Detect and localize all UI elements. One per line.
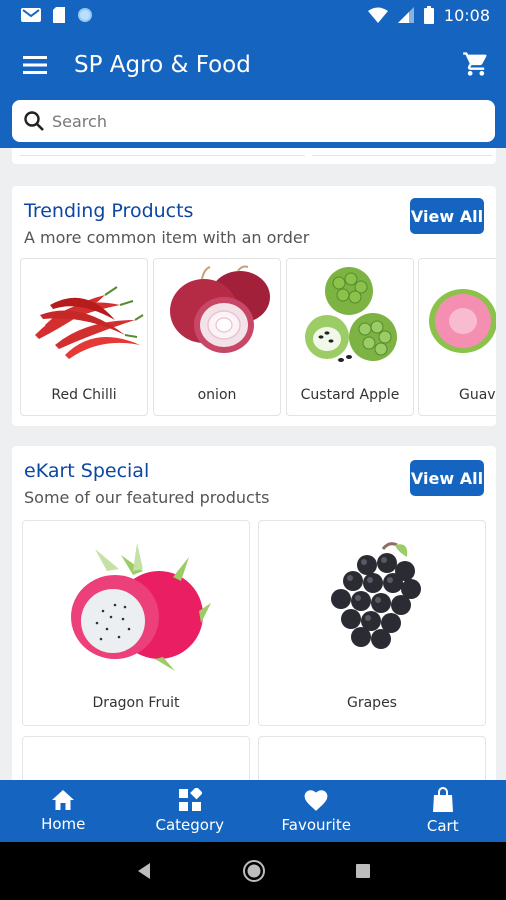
- product-image: [299, 769, 447, 780]
- search-icon: [24, 111, 44, 131]
- product-card[interactable]: Guav: [418, 258, 496, 416]
- recents-icon[interactable]: [355, 863, 371, 879]
- system-navigation-bar: [0, 842, 506, 900]
- gmail-icon: [21, 8, 41, 22]
- ekart-special-section: eKart Special Some of our featured produ…: [12, 446, 496, 780]
- trending-carousel[interactable]: Red Chilli onion Custard Apple Guav: [12, 186, 496, 426]
- category-icon: [178, 788, 202, 811]
- red-chilli-image: [35, 286, 144, 359]
- nav-favourite[interactable]: Favourite: [253, 780, 380, 842]
- heart-icon: [304, 790, 328, 811]
- search-bar[interactable]: [12, 100, 495, 142]
- cart-icon: [463, 52, 487, 76]
- product-name: Grapes: [347, 695, 397, 711]
- status-bar: 10:08: [0, 0, 506, 30]
- nav-cart[interactable]: Cart: [380, 780, 506, 842]
- product-name: onion: [197, 387, 237, 403]
- product-card[interactable]: Dragon Fruit: [22, 520, 250, 726]
- search-input[interactable]: [52, 111, 472, 131]
- nav-category[interactable]: Category: [127, 780, 254, 842]
- product-name: Guav: [459, 387, 496, 403]
- product-card[interactable]: onion: [153, 258, 281, 416]
- grapes-image: [331, 542, 421, 649]
- bag-icon: [432, 787, 453, 812]
- view-all-button[interactable]: View All: [410, 460, 484, 496]
- product-name: Custard Apple: [300, 387, 400, 403]
- app-title: SP Agro & Food: [74, 52, 251, 78]
- nav-label: Favourite: [281, 816, 351, 834]
- onion-image: [170, 265, 270, 353]
- nav-label: Home: [41, 815, 86, 833]
- product-card[interactable]: Red Chilli: [20, 258, 148, 416]
- search-area: [0, 96, 506, 148]
- section-title: eKart Special: [24, 460, 150, 482]
- wifi-icon: [367, 7, 388, 23]
- home-icon: [52, 790, 75, 810]
- product-card[interactable]: Grapes: [258, 520, 486, 726]
- product-image: [63, 769, 211, 780]
- app-bar: SP Agro & Food: [0, 30, 506, 100]
- cart-button[interactable]: [462, 50, 490, 82]
- battery-icon: [423, 6, 434, 24]
- back-icon[interactable]: [135, 862, 153, 880]
- nav-label: Category: [155, 816, 225, 834]
- sd-card-icon: [53, 7, 65, 23]
- product-card[interactable]: Custard Apple: [286, 258, 414, 416]
- product-name: Dragon Fruit: [92, 695, 180, 711]
- previous-section-card: [12, 148, 496, 164]
- home-circle-icon[interactable]: [242, 859, 266, 883]
- clock: 10:08: [443, 5, 490, 25]
- guava-image: [429, 289, 496, 353]
- sync-icon: [78, 8, 92, 22]
- signal-icon: [397, 7, 414, 23]
- hamburger-icon: [23, 56, 47, 74]
- product-name: Red Chilli: [51, 387, 117, 403]
- product-card[interactable]: [258, 736, 486, 780]
- nav-label: Cart: [426, 817, 459, 835]
- bottom-navigation: Home Category Favourite Cart: [0, 780, 506, 842]
- dragon-fruit-image: [71, 543, 211, 671]
- trending-section: Trending Products A more common item wit…: [12, 186, 496, 426]
- custard-apple-image: [305, 267, 397, 362]
- product-card[interactable]: [22, 736, 250, 780]
- section-subtitle: Some of our featured products: [24, 488, 270, 507]
- nav-home[interactable]: Home: [0, 780, 127, 842]
- menu-button[interactable]: [0, 30, 70, 100]
- main-content: Trending Products A more common item wit…: [0, 148, 506, 780]
